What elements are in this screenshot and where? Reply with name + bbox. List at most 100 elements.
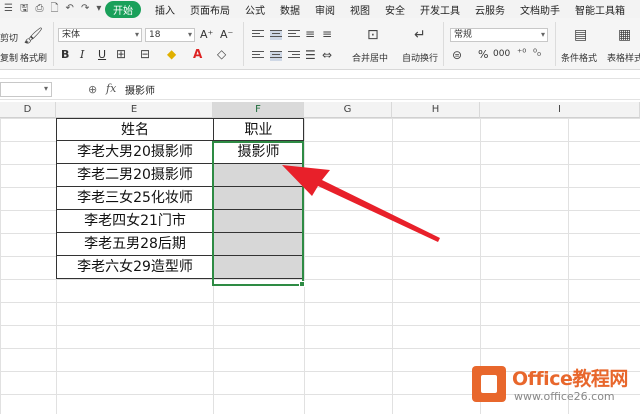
cell-e-header[interactable]: 姓名 bbox=[56, 118, 214, 141]
strikethrough-icon[interactable]: ⊟ bbox=[140, 48, 150, 60]
table-row-job[interactable] bbox=[213, 233, 304, 256]
watermark-logo: Office教程网 www.office26.com bbox=[472, 362, 632, 408]
font-color-icon[interactable]: A bbox=[193, 48, 202, 60]
underline-button[interactable]: U bbox=[98, 49, 106, 60]
indent-icon[interactable]: ≡ bbox=[305, 28, 315, 40]
table-style-icon[interactable]: ▦ bbox=[618, 28, 631, 42]
ribbon: 剪切 复制 🖌 格式刷 宋体 ▾ 18 ▾ A⁺ A⁻ B I U ⊞ ⊟ ◆ … bbox=[0, 18, 640, 70]
customize-dropdown-icon[interactable]: ▾ bbox=[96, 4, 101, 14]
align-top-icon[interactable] bbox=[252, 30, 264, 40]
table-row-name[interactable]: 李老五男28后期 bbox=[56, 233, 214, 256]
font-grow-button[interactable]: A⁺ bbox=[200, 29, 213, 40]
tab-cloud-service[interactable]: 云服务 bbox=[475, 2, 505, 17]
menu-bar: ☰ 🖫 ⎙ 🗋 ↶ ↷ ▾ 开始 插入 页面布局 公式 数据 审阅 视图 安全 … bbox=[0, 0, 640, 18]
column-header-i[interactable]: I bbox=[480, 102, 640, 118]
tab-security[interactable]: 安全 bbox=[385, 2, 405, 17]
currency-icon[interactable]: ⊜ bbox=[452, 49, 462, 61]
quick-access-toolbar: ☰ 🖫 ⎙ 🗋 ↶ ↷ ▾ bbox=[0, 4, 105, 14]
font-name-select[interactable]: 宋体 ▾ bbox=[58, 28, 142, 42]
justify-icon[interactable]: ☰ bbox=[305, 49, 316, 61]
copy-button[interactable]: 复制 bbox=[0, 51, 18, 64]
column-header-d[interactable]: D bbox=[0, 102, 56, 118]
print-icon[interactable]: ⎙ bbox=[36, 4, 44, 14]
outdent-icon[interactable]: ≡ bbox=[322, 28, 332, 40]
chevron-down-icon: ▾ bbox=[187, 30, 192, 39]
fill-color-icon[interactable]: ◆ bbox=[167, 48, 176, 60]
column-header-g[interactable]: G bbox=[304, 102, 392, 118]
font-shrink-button[interactable]: A⁻ bbox=[220, 29, 233, 40]
conditional-format-button[interactable]: 条件格式 bbox=[561, 51, 597, 64]
table-row-job[interactable] bbox=[213, 256, 304, 279]
zoom-search-icon[interactable]: ⊕ bbox=[88, 83, 97, 96]
table-row-name[interactable]: 李老四女21门市 bbox=[56, 210, 214, 233]
name-box[interactable]: ▾ bbox=[0, 82, 52, 97]
align-bottom-icon[interactable] bbox=[288, 30, 300, 40]
tab-page-layout[interactable]: 页面布局 bbox=[190, 2, 230, 17]
tab-doc-assistant[interactable]: 文档助手 bbox=[520, 2, 560, 17]
formula-input[interactable]: 摄影师 bbox=[125, 82, 155, 97]
wrap-text-icon[interactable]: ↵ bbox=[414, 28, 426, 42]
column-header-f[interactable]: F bbox=[213, 102, 304, 118]
chevron-down-icon: ▾ bbox=[43, 84, 48, 93]
conditional-format-icon[interactable]: ▤ bbox=[574, 28, 587, 42]
table-row-name[interactable]: 李老二男20摄影师 bbox=[56, 164, 214, 187]
undo-icon[interactable]: ↶ bbox=[66, 4, 74, 14]
table-style-button[interactable]: 表格样式 bbox=[607, 51, 640, 64]
percent-button[interactable]: % bbox=[478, 49, 488, 60]
insert-function-button[interactable]: fx bbox=[106, 82, 116, 95]
grid-line bbox=[304, 118, 305, 414]
tab-review[interactable]: 审阅 bbox=[315, 2, 335, 17]
align-center-icon[interactable] bbox=[270, 51, 282, 61]
format-painter-icon[interactable]: 🖌 bbox=[23, 28, 43, 44]
decrease-decimal-icon[interactable]: ⁰₀ bbox=[533, 49, 541, 59]
table-row-job[interactable]: 摄影师 bbox=[213, 141, 304, 164]
table-row-job[interactable] bbox=[213, 210, 304, 233]
increase-decimal-icon[interactable]: ⁺⁰ bbox=[517, 49, 526, 59]
tab-formulas[interactable]: 公式 bbox=[245, 2, 265, 17]
chevron-down-icon: ▾ bbox=[540, 30, 545, 39]
tab-home[interactable]: 开始 bbox=[105, 0, 141, 18]
thousands-button[interactable]: 000 bbox=[493, 50, 510, 59]
watermark-url: www.office26.com bbox=[514, 390, 615, 403]
wrap-text-button[interactable]: 自动换行 bbox=[402, 51, 438, 64]
tab-insert[interactable]: 插入 bbox=[155, 2, 175, 17]
save-icon[interactable]: 🖫 bbox=[20, 4, 29, 14]
column-header-h[interactable]: H bbox=[392, 102, 480, 118]
menu-icon[interactable]: ☰ bbox=[4, 4, 13, 14]
ribbon-divider bbox=[243, 22, 244, 66]
office-logo-icon bbox=[472, 366, 506, 402]
redo-icon[interactable]: ↷ bbox=[81, 4, 89, 14]
cut-button[interactable]: 剪切 bbox=[0, 31, 18, 44]
table-row-job[interactable] bbox=[213, 164, 304, 187]
align-left-icon[interactable] bbox=[252, 51, 264, 61]
column-header-e[interactable]: E bbox=[56, 102, 213, 118]
align-middle-icon[interactable] bbox=[270, 30, 282, 40]
fill-handle[interactable] bbox=[299, 281, 305, 287]
font-size-select[interactable]: 18 ▾ bbox=[145, 28, 195, 42]
ribbon-divider bbox=[53, 22, 54, 66]
borders-icon[interactable]: ⊞ bbox=[116, 48, 126, 60]
merge-center-button[interactable]: 合并居中 bbox=[352, 51, 388, 64]
format-painter-button[interactable]: 格式刷 bbox=[20, 51, 47, 64]
ribbon-divider bbox=[443, 22, 444, 66]
merge-center-icon[interactable]: ⊡ bbox=[367, 28, 379, 42]
print-preview-icon[interactable]: 🗋 bbox=[51, 4, 59, 14]
table-row-name[interactable]: 李老大男20摄影师 bbox=[56, 141, 214, 164]
tab-smart-toolbox[interactable]: 智能工具箱 bbox=[575, 2, 625, 17]
number-format-select[interactable]: 常规 ▾ bbox=[450, 28, 548, 42]
number-format-value: 常规 bbox=[454, 30, 473, 40]
table-row-name[interactable]: 李老六女29造型师 bbox=[56, 256, 214, 279]
formula-bar: ▾ ⊕ fx 摄影师 bbox=[0, 78, 640, 100]
table-row-name[interactable]: 李老三女25化妆师 bbox=[56, 187, 214, 210]
grid-line bbox=[392, 118, 393, 414]
clear-format-icon[interactable]: ◇ bbox=[217, 48, 226, 60]
distributed-icon[interactable]: ⇔ bbox=[322, 49, 332, 61]
bold-button[interactable]: B bbox=[61, 49, 69, 60]
tab-view[interactable]: 视图 bbox=[350, 2, 370, 17]
tab-developer[interactable]: 开发工具 bbox=[420, 2, 460, 17]
cell-f-header[interactable]: 职业 bbox=[213, 118, 304, 141]
tab-data[interactable]: 数据 bbox=[280, 2, 300, 17]
table-row-job[interactable] bbox=[213, 187, 304, 210]
italic-button[interactable]: I bbox=[80, 49, 84, 60]
align-right-icon[interactable] bbox=[288, 51, 300, 61]
